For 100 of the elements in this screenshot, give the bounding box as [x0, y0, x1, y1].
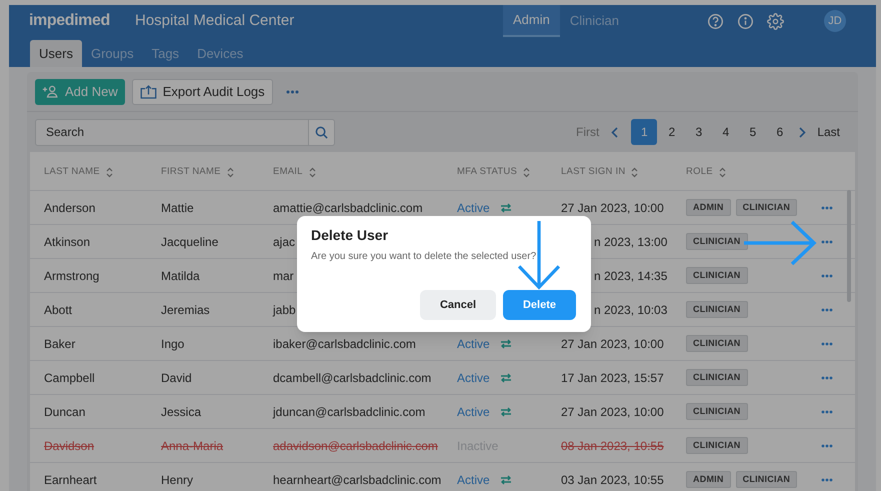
more-icon[interactable] — [821, 478, 833, 482]
tab[interactable]: Groups — [82, 40, 143, 67]
page-button[interactable]: 4 — [712, 119, 740, 145]
column-header[interactable]: LAST NAME — [44, 165, 100, 180]
table-cell: mar — [273, 268, 294, 282]
table-cell: Abott — [44, 302, 72, 316]
more-icon[interactable] — [821, 308, 833, 312]
export-icon — [140, 84, 157, 98]
swap-icon[interactable] — [500, 338, 512, 348]
column-header[interactable]: EMAIL — [273, 165, 303, 180]
tab[interactable]: Users — [30, 40, 82, 67]
search-field[interactable]: Search — [35, 118, 309, 146]
tab[interactable]: Tags — [142, 40, 188, 67]
dialog-title: Delete User — [311, 226, 388, 245]
table-cell: ibaker@carlsbadclinic.com — [273, 336, 416, 350]
table-cell: Anderson — [44, 200, 96, 214]
sort-icon[interactable] — [226, 167, 234, 178]
role-badge: CLINICIAN — [686, 403, 748, 420]
help-icon[interactable] — [707, 12, 724, 30]
swap-icon[interactable] — [500, 372, 512, 382]
app-title: Hospital Medical Center — [135, 10, 294, 31]
search-icon — [315, 126, 328, 138]
avatar[interactable]: JD — [824, 10, 846, 32]
page-button[interactable]: 1 — [631, 119, 658, 145]
role-badge: CLINICIAN — [686, 437, 748, 454]
table-cell: David — [161, 370, 192, 384]
role-badge: ADMIN — [686, 199, 731, 216]
add-new-button[interactable]: Add New — [35, 78, 125, 104]
table-cell: Baker — [44, 336, 76, 350]
table-cell: n 2023, 14:35 — [594, 268, 668, 282]
mode-tab[interactable]: Admin — [503, 5, 560, 37]
role-badge: CLINICIAN — [736, 199, 798, 216]
page-button[interactable]: 6 — [766, 119, 794, 145]
delete-button[interactable]: Delete — [503, 290, 576, 320]
mode-tab[interactable]: Clinician — [560, 5, 629, 37]
role-badge: CLINICIAN — [686, 301, 748, 318]
table-cell: 17 Jan 2023, 15:57 — [561, 370, 664, 384]
table-cell: Earnheart — [44, 472, 97, 486]
table-cell: 27 Jan 2023, 10:00 — [561, 404, 664, 418]
table-cell: Armstrong — [44, 268, 100, 282]
more-icon[interactable] — [821, 206, 833, 210]
search-button[interactable] — [309, 118, 335, 146]
table-cell: 27 Jan 2023, 10:00 — [561, 336, 664, 350]
sort-icon[interactable] — [308, 167, 316, 178]
first-link[interactable]: First — [576, 123, 600, 141]
role-badge: CLINICIAN — [686, 267, 748, 284]
table-cell: 27 Jan 2023, 10:00 — [561, 200, 664, 214]
more-icon[interactable] — [821, 376, 833, 380]
more-icon[interactable] — [286, 90, 299, 94]
settings-icon[interactable] — [767, 12, 784, 30]
export-button[interactable]: Export Audit Logs — [132, 78, 273, 104]
table-cell: Jacqueline — [161, 234, 218, 248]
column-header[interactable]: MFA STATUS — [457, 165, 518, 180]
swap-icon[interactable] — [500, 406, 512, 416]
cancel-button[interactable]: Cancel — [420, 290, 496, 320]
table-cell: n 2023, 10:03 — [594, 302, 668, 316]
mfa-status: Active — [457, 200, 490, 216]
table-cell: Jeremias — [161, 302, 210, 316]
more-icon[interactable] — [821, 240, 833, 244]
table-cell: 03 Jan 2023, 10:55 — [561, 472, 664, 486]
sort-icon[interactable] — [718, 167, 726, 178]
tab[interactable]: Devices — [188, 40, 252, 67]
sort-icon[interactable] — [523, 167, 530, 178]
table-cell: Anna-Maria — [161, 438, 224, 452]
table-cell: n 2023, 13:00 — [594, 234, 668, 248]
info-icon[interactable] — [737, 12, 754, 30]
last-link[interactable]: Last — [817, 123, 840, 141]
column-header[interactable]: FIRST NAME — [161, 165, 221, 180]
table-cell: Atkinson — [44, 234, 90, 248]
more-icon[interactable] — [821, 274, 833, 278]
table-cell: 08 Jan 2023, 10:55 — [561, 438, 664, 452]
role-badge: CLINICIAN — [736, 471, 798, 488]
role-badge: CLINICIAN — [686, 369, 748, 386]
table-cell: amattie@carlsbadclinic.com — [273, 200, 423, 214]
page-button[interactable]: 3 — [685, 119, 712, 145]
dialog-message: Are you sure you want to delete the selected user? — [311, 250, 536, 264]
more-icon[interactable] — [821, 444, 833, 448]
table-cell: jduncan@carlsbadclinic.com — [273, 404, 426, 418]
swap-icon[interactable] — [500, 202, 512, 212]
table-cell: Duncan — [44, 404, 86, 418]
mfa-status: Active — [457, 336, 490, 352]
table-cell: Jessica — [161, 404, 202, 418]
table-cell: Henry — [161, 472, 194, 486]
more-icon[interactable] — [821, 342, 833, 346]
table-cell: ajac — [273, 234, 296, 248]
column-header[interactable]: ROLE — [686, 165, 713, 180]
column-header[interactable]: LAST SIGN IN — [561, 165, 626, 180]
page-button[interactable]: 5 — [739, 119, 766, 145]
next-icon[interactable] — [798, 126, 806, 138]
swap-icon[interactable] — [500, 474, 512, 484]
table-cell: Davidson — [44, 438, 94, 452]
more-icon[interactable] — [821, 410, 833, 414]
sort-icon[interactable] — [631, 167, 638, 178]
sort-icon[interactable] — [106, 167, 113, 178]
table-cell: Matilda — [161, 268, 200, 282]
table-cell: jabb — [273, 302, 296, 316]
add-user-icon — [42, 85, 59, 98]
page-button[interactable]: 2 — [658, 119, 686, 145]
previous-icon[interactable] — [611, 126, 620, 138]
mfa-status: Active — [457, 370, 490, 386]
